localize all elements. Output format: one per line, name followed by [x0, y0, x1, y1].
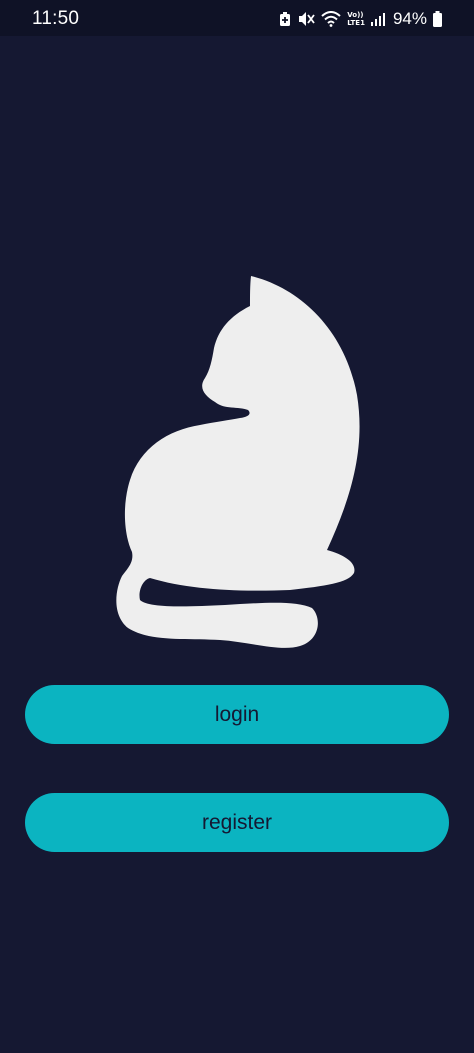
register-button[interactable]: register	[25, 793, 449, 852]
login-button-label: login	[214, 703, 260, 726]
battery-percent: 94%	[392, 9, 427, 28]
status-bar: 11:50 Vo)) LTE1 94%	[0, 0, 474, 36]
mute-icon	[297, 11, 315, 27]
login-button[interactable]: login	[25, 685, 449, 744]
wifi-icon	[321, 11, 341, 27]
signal-icon	[370, 12, 385, 26]
cat-logo	[100, 270, 370, 655]
battery-saver-icon	[279, 11, 291, 27]
volte-icon: Vo)) LTE1	[347, 11, 365, 27]
register-button-label: register	[201, 811, 273, 834]
cat-silhouette-icon	[116, 276, 360, 648]
status-icons: Vo)) LTE1 94%	[279, 7, 442, 31]
network-label-top: Vo))	[347, 11, 364, 19]
status-time: 11:50	[32, 8, 80, 29]
battery-icon	[433, 11, 442, 27]
network-label-bottom: LTE1	[347, 19, 365, 27]
